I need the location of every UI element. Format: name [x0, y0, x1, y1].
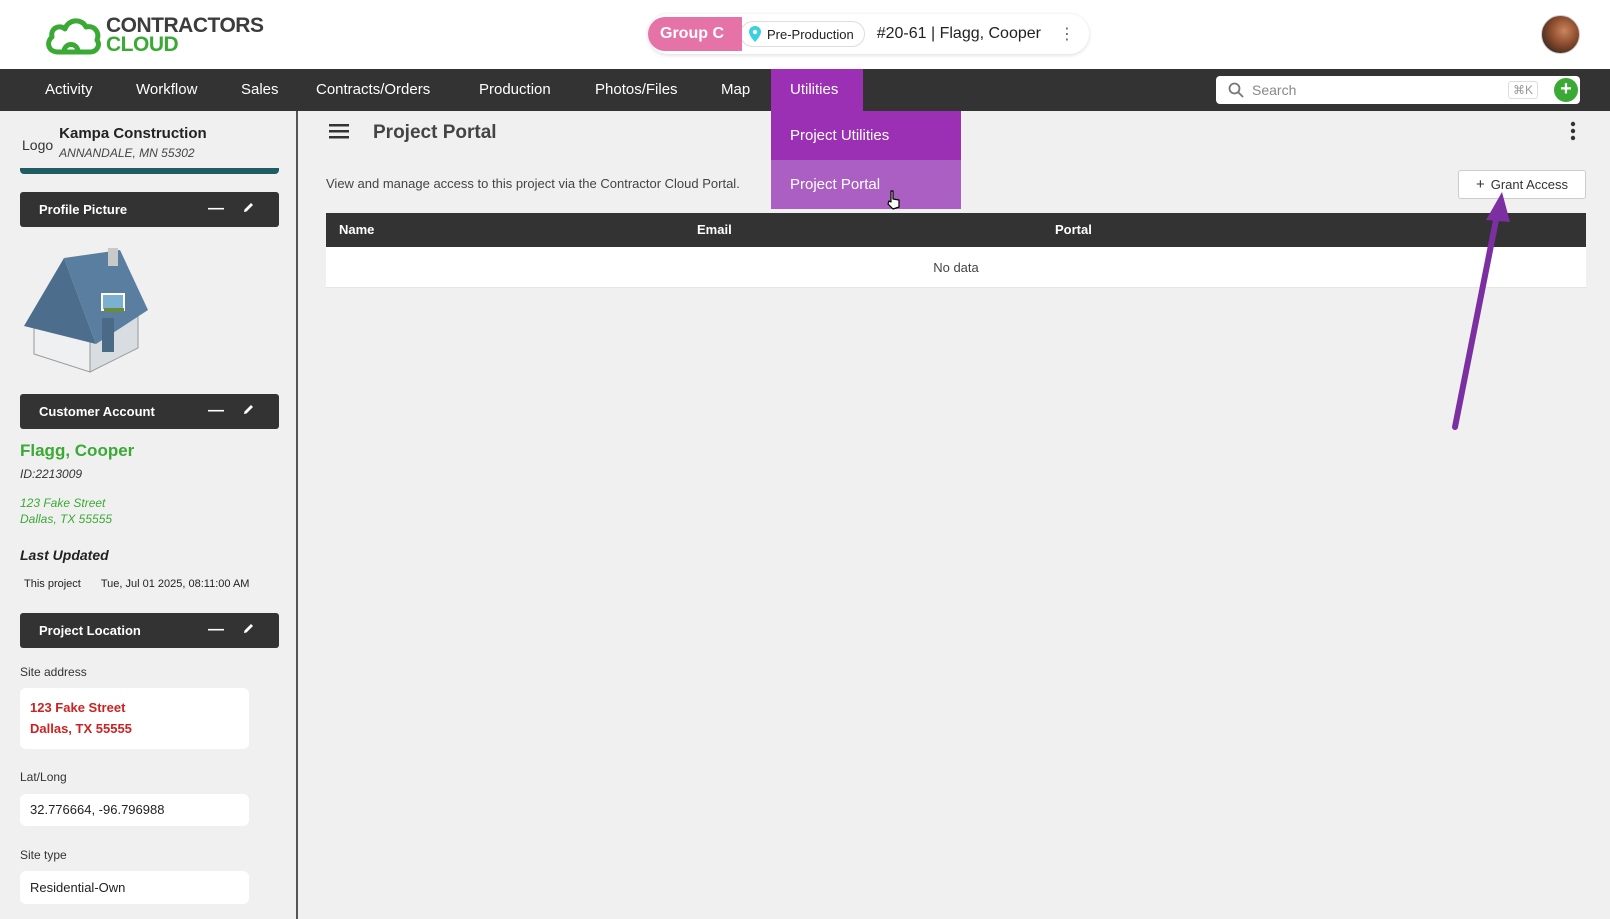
nav-map[interactable]: Map — [702, 69, 769, 111]
latlong-field[interactable]: 32.776664, -96.796988 — [20, 794, 249, 826]
project-selector[interactable]: Group C Pre-Production #20-61 | Flagg, C… — [648, 14, 1089, 54]
pencil-icon[interactable] — [242, 622, 255, 635]
logo-text-line2: CLOUD — [106, 33, 179, 56]
panel-title: Project Location — [39, 623, 141, 638]
project-title: #20-61 | Flagg, Cooper — [876, 25, 1041, 42]
column-header-email[interactable]: Email — [697, 213, 732, 247]
page-description: View and manage access to this project v… — [326, 176, 740, 191]
last-updated-heading: Last Updated — [20, 547, 109, 563]
site-address-label: Site address — [20, 665, 87, 679]
profile-picture-panel-header: Profile Picture — — [20, 192, 279, 227]
hamburger-menu-icon[interactable] — [329, 123, 349, 139]
more-options-icon[interactable] — [1570, 121, 1576, 141]
company-address: ANNANDALE, MN 55302 — [59, 146, 195, 160]
company-accent-bar — [20, 168, 279, 174]
hand-cursor-icon — [887, 190, 900, 210]
nav-activity[interactable]: Activity — [26, 69, 112, 111]
site-type-label: Site type — [20, 848, 67, 862]
stage-badge[interactable]: Pre-Production — [740, 21, 865, 47]
site-address-line1: 123 Fake Street — [30, 700, 126, 715]
dropdown-item-project-portal[interactable]: Project Portal — [771, 160, 961, 209]
location-pin-icon — [749, 26, 761, 42]
nav-workflow[interactable]: Workflow — [117, 69, 216, 111]
panel-title: Customer Account — [39, 404, 155, 419]
search-shortcut: ⌘K — [1508, 81, 1539, 99]
table-empty-state: No data — [326, 247, 1586, 288]
last-updated-scope: This project — [24, 578, 81, 590]
user-avatar[interactable] — [1541, 15, 1580, 54]
panel-title: Profile Picture — [39, 202, 128, 217]
customer-address[interactable]: 123 Fake Street Dallas, TX 55555 — [20, 495, 112, 527]
column-header-portal[interactable]: Portal — [1055, 213, 1092, 247]
cloud-logo-icon — [46, 18, 101, 55]
annotation-arrow — [1452, 192, 1510, 430]
project-location-panel-header: Project Location — — [20, 613, 279, 648]
utilities-dropdown: Project Utilities Project Portal — [771, 111, 961, 209]
collapse-icon[interactable]: — — [208, 402, 224, 420]
site-type-field[interactable]: Residential-Own — [20, 871, 249, 904]
column-header-name[interactable]: Name — [339, 213, 374, 247]
nav-sales[interactable]: Sales — [222, 69, 298, 111]
nav-photos-files[interactable]: Photos/Files — [576, 69, 697, 111]
table-header: Name Email Portal — [326, 213, 1586, 247]
customer-id: ID:2213009 — [20, 467, 83, 481]
last-updated-row: This project Tue, Jul 01 2025, 08:11:00 A… — [24, 578, 249, 590]
customer-account-panel-header: Customer Account — — [20, 394, 279, 429]
pencil-icon[interactable] — [242, 201, 255, 214]
company-logo: Logo — [22, 137, 54, 153]
group-tag[interactable]: Group C — [648, 17, 742, 51]
collapse-icon[interactable]: — — [208, 200, 224, 218]
quick-add-button[interactable]: + — [1554, 78, 1578, 102]
search-input[interactable] — [1252, 82, 1502, 98]
stage-label: Pre-Production — [767, 26, 854, 42]
customer-address-line1: 123 Fake Street — [20, 496, 106, 510]
nav-utilities[interactable]: Utilities — [771, 69, 863, 111]
last-updated-value: Tue, Jul 01 2025, 08:11:00 AM — [100, 578, 250, 590]
contractors-cloud-logo[interactable]: CONTRACTORS CLOUD — [44, 14, 264, 56]
main-nav: Activity Workflow Sales Contracts/Orders… — [0, 69, 1610, 111]
profile-house-image — [24, 248, 148, 373]
site-address-field[interactable]: 123 Fake Street Dallas, TX 55555 — [20, 688, 249, 749]
main-content: Project Portal View and manage access to… — [300, 111, 1610, 919]
company-header: Logo Kampa Construction ANNANDALE, MN 55… — [22, 125, 207, 160]
nav-contracts-orders[interactable]: Contracts/Orders — [297, 69, 449, 111]
page-title: Project Portal — [373, 122, 497, 143]
top-header: CONTRACTORS CLOUD Group C Pre-Production… — [0, 0, 1610, 69]
pencil-icon[interactable] — [242, 403, 255, 416]
nav-production[interactable]: Production — [460, 69, 570, 111]
latlong-label: Lat/Long — [20, 770, 67, 784]
project-sidebar: Logo Kampa Construction ANNANDALE, MN 55… — [0, 111, 298, 919]
global-search[interactable]: ⌘K + — [1216, 76, 1580, 104]
site-address-line2: Dallas, TX 55555 — [30, 721, 132, 736]
collapse-icon[interactable]: — — [208, 621, 224, 639]
dropdown-item-project-utilities[interactable]: Project Utilities — [771, 111, 961, 160]
company-name: Kampa Construction — [59, 125, 207, 142]
customer-name[interactable]: Flagg, Cooper — [20, 441, 134, 461]
project-menu-icon[interactable]: ⋮ — [1059, 24, 1075, 44]
portal-access-table: Name Email Portal No data — [326, 213, 1586, 288]
customer-address-line2: Dallas, TX 55555 — [20, 512, 113, 526]
search-icon — [1228, 82, 1244, 98]
